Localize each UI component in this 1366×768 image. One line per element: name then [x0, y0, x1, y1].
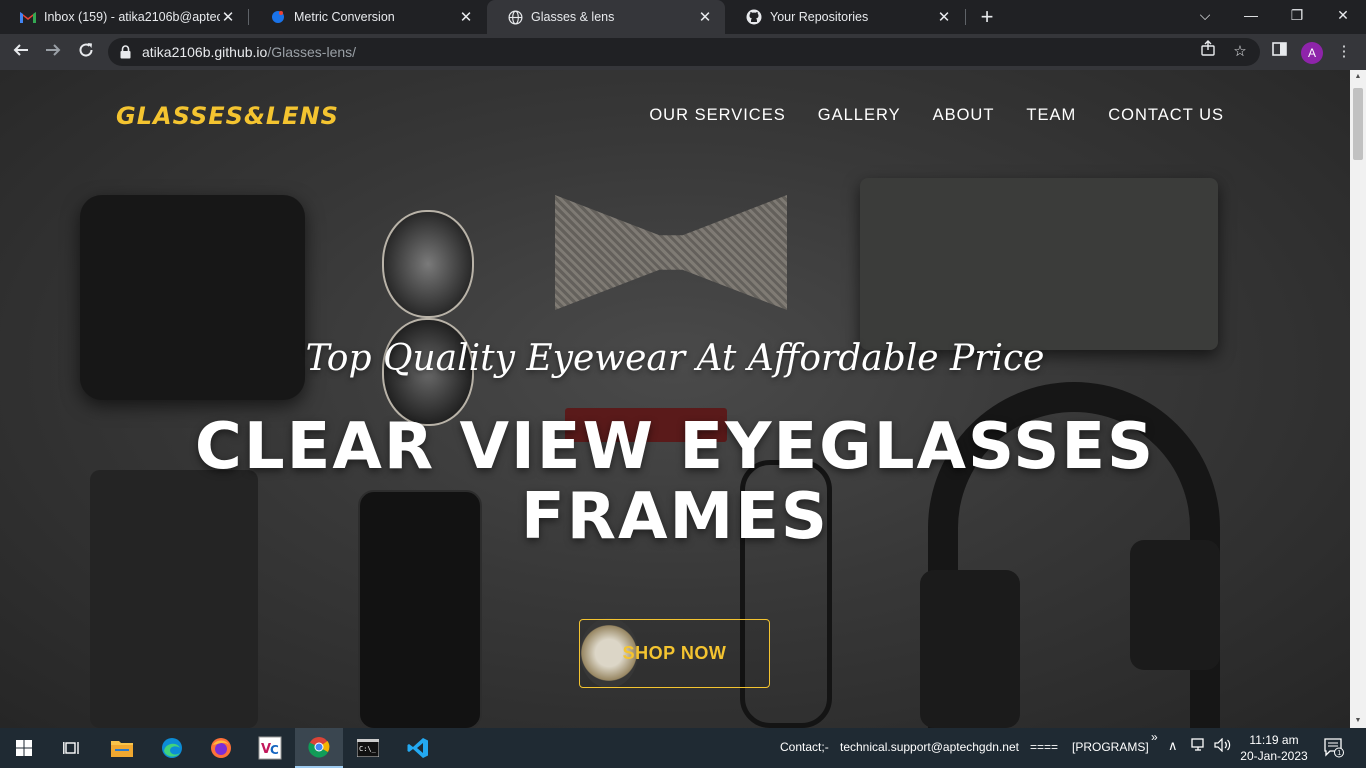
headphone-cup-image: [920, 570, 1020, 728]
nav-gallery[interactable]: GALLERY: [818, 106, 901, 125]
tab-title: Glasses & lens: [531, 10, 615, 24]
toolbar-contact-label: Contact;-: [780, 740, 829, 754]
toolbar-contact-email[interactable]: technical.support@aptechgdn.net: [840, 740, 1019, 754]
terminal-icon[interactable]: C:\_: [344, 728, 392, 768]
bowtie-image: [555, 195, 787, 310]
browser-toolbar: atika2106b.github.io/Glasses-lens/ ☆ A ⋮: [0, 34, 1366, 70]
sunglasses-image: [382, 210, 474, 318]
tab-divider: [965, 9, 966, 25]
url-text: atika2106b.github.io/Glasses-lens/: [142, 44, 356, 60]
restore-icon[interactable]: ❐: [1274, 0, 1320, 30]
tab-title: Metric Conversion: [294, 10, 395, 24]
firefox-icon[interactable]: [197, 728, 245, 768]
chrome-icon[interactable]: [295, 728, 343, 768]
close-tab-icon[interactable]: ✕: [458, 8, 474, 26]
site-logo[interactable]: GLASSES&LENS: [116, 102, 339, 130]
tab-glasses-lens[interactable]: Glasses & lens ✕: [487, 0, 725, 34]
gmail-icon: [20, 9, 36, 25]
file-explorer-icon[interactable]: [98, 728, 146, 768]
show-hidden-icons-icon[interactable]: ∧: [1168, 738, 1178, 754]
notification-count: 1: [1337, 750, 1341, 757]
forward-arrow-icon[interactable]: [40, 39, 66, 65]
github-icon: [746, 9, 762, 25]
edge-icon[interactable]: [148, 728, 196, 768]
tab-divider: [248, 9, 249, 25]
nav-our-services[interactable]: OUR SERVICES: [649, 106, 785, 125]
hero-headline-line1: CLEAR VIEW EYEGLASSES: [194, 410, 1156, 484]
notifications-icon[interactable]: 1: [1324, 738, 1344, 761]
tab-title: Inbox (159) - atika2106b@aptech: [44, 10, 220, 24]
toolbar-separator: ====: [1030, 740, 1059, 754]
metric-site-icon: [270, 9, 286, 25]
svg-text:C:\_: C:\_: [359, 745, 377, 753]
url-path: /Glasses-lens/: [267, 44, 357, 60]
close-tab-icon[interactable]: ✕: [936, 8, 952, 26]
close-window-icon[interactable]: ✕: [1320, 0, 1366, 30]
main-nav: OUR SERVICES GALLERY ABOUT TEAM CONTACT …: [649, 106, 1224, 125]
scrollbar-thumb[interactable]: [1353, 88, 1363, 160]
side-panel-icon[interactable]: [1267, 40, 1291, 64]
nav-contact-us[interactable]: CONTACT US: [1108, 106, 1224, 125]
task-view-icon[interactable]: [48, 728, 96, 768]
address-bar[interactable]: atika2106b.github.io/Glasses-lens/ ☆: [108, 38, 1260, 66]
lock-icon[interactable]: [120, 45, 131, 64]
back-arrow-icon[interactable]: [8, 39, 34, 65]
hero-headline-line2: FRAMES: [520, 480, 830, 554]
tab-search-chevron-icon[interactable]: ⌵: [1182, 0, 1228, 30]
hero-headline: CLEAR VIEW EYEGLASSES FRAMES: [0, 412, 1350, 552]
tab-title: Your Repositories: [770, 10, 869, 24]
browser-menu-icon[interactable]: ⋮: [1332, 40, 1356, 64]
tab-strip: Inbox (159) - atika2106b@aptech ✕ Metric…: [0, 0, 1366, 34]
page-scrollbar[interactable]: ▲ ▼: [1350, 70, 1366, 728]
windows-taskbar: VC C:\_ Contact;- technical.support@apte…: [0, 728, 1366, 768]
scroll-down-icon[interactable]: ▼: [1350, 714, 1366, 728]
tab-your-repositories[interactable]: Your Repositories ✕: [726, 0, 964, 34]
toolbar-expand-icon[interactable]: »: [1151, 730, 1158, 744]
shop-now-button[interactable]: SHOP NOW: [579, 619, 770, 688]
vscode-icon[interactable]: [394, 728, 442, 768]
close-tab-icon[interactable]: ✕: [697, 8, 713, 26]
nav-about[interactable]: ABOUT: [933, 106, 995, 125]
vc-app-icon[interactable]: VC: [246, 728, 294, 768]
url-host: atika2106b.github.io: [142, 44, 268, 60]
new-tab-button[interactable]: +: [976, 4, 998, 30]
toolbar-programs[interactable]: [PROGRAMS]: [1072, 740, 1149, 754]
clock-time: 11:19 am: [1249, 733, 1299, 747]
bookmark-star-icon[interactable]: ☆: [1228, 40, 1252, 64]
globe-icon: [507, 9, 523, 25]
svg-text:C: C: [270, 743, 279, 757]
tab-gmail[interactable]: Inbox (159) - atika2106b@aptech ✕: [0, 0, 248, 34]
profile-avatar[interactable]: A: [1301, 42, 1323, 64]
clock-date: 20-Jan-2023: [1240, 749, 1308, 763]
share-icon[interactable]: [1196, 40, 1220, 64]
reload-icon[interactable]: [73, 39, 99, 65]
network-icon[interactable]: [1191, 738, 1207, 755]
system-clock[interactable]: 11:19 am 20-Jan-2023: [1238, 732, 1310, 764]
nav-team[interactable]: TEAM: [1026, 106, 1076, 125]
notebook-image: [860, 178, 1218, 350]
volume-icon[interactable]: [1214, 737, 1232, 755]
minimize-icon[interactable]: —: [1228, 0, 1274, 30]
scroll-up-icon[interactable]: ▲: [1350, 70, 1366, 84]
hero-tagline: Top Quality Eyewear At Affordable Price: [305, 338, 1045, 379]
headphone-cup-image: [1130, 540, 1220, 670]
tab-metric-conversion[interactable]: Metric Conversion ✕: [250, 0, 486, 34]
close-tab-icon[interactable]: ✕: [220, 8, 236, 26]
hero-section: GLASSES&LENS OUR SERVICES GALLERY ABOUT …: [0, 70, 1350, 728]
start-icon[interactable]: [0, 728, 48, 768]
